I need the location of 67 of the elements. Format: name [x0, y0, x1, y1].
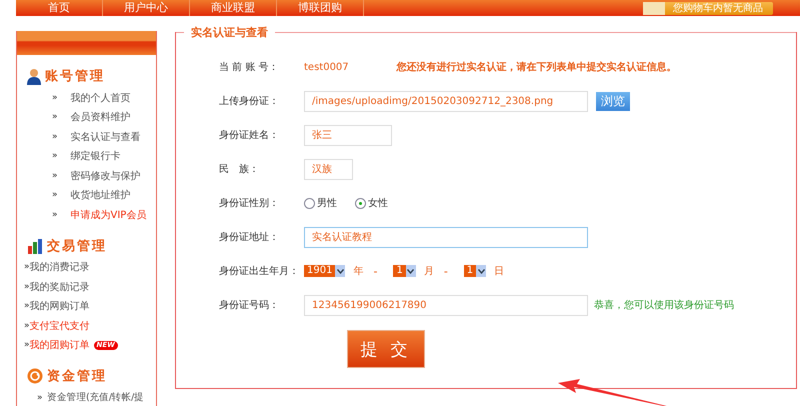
- bullet-marker: »: [52, 190, 58, 200]
- bullet-marker: »: [52, 112, 58, 122]
- input-field[interactable]: 汉族: [304, 158, 353, 180]
- sidebar-link[interactable]: 支付宝代支付: [30, 318, 90, 333]
- caret-icon: [336, 268, 344, 274]
- radio-label[interactable]: 男性: [317, 196, 337, 210]
- sidebar-link[interactable]: 我的网购订单: [30, 299, 90, 314]
- sidebar-link[interactable]: 申请成为VIP会员: [70, 208, 146, 222]
- field-label: 当 前 账 号：: [219, 60, 280, 74]
- date-unit: 月: [424, 265, 434, 278]
- date-separator: -: [373, 264, 378, 278]
- browse-button[interactable]: 浏览: [596, 92, 630, 110]
- input-field[interactable]: 张三: [304, 124, 392, 146]
- bullet-marker: »: [24, 301, 30, 312]
- date-unit: 年: [353, 265, 364, 278]
- bullet-marker: »: [52, 210, 58, 220]
- radio-button[interactable]: [304, 198, 315, 208]
- sidebar-link[interactable]: 绑定银行卡: [70, 149, 121, 164]
- sidebar-link[interactable]: 我的奖励记录: [30, 280, 90, 294]
- radio-button[interactable]: [355, 198, 366, 208]
- radio-label[interactable]: 女性: [368, 196, 388, 210]
- bullet-marker: »: [37, 392, 42, 403]
- sidebar-link[interactable]: 密码修改与保护: [70, 168, 141, 183]
- user-icon: [27, 68, 41, 84]
- sidebar-link[interactable]: 我的团购订单: [30, 338, 90, 352]
- sidebar-link[interactable]: 我的消费记录: [30, 260, 90, 274]
- sidebar-link[interactable]: 会员资料维护: [70, 110, 131, 124]
- field-label: 身份证姓名：: [219, 129, 280, 142]
- field-label: 上传身份证：: [219, 94, 280, 108]
- bullet-marker: »: [52, 92, 58, 103]
- section-title: 资金管理: [47, 368, 107, 385]
- file-path-field[interactable]: /images/uploadimg/20150203092712_2308.png: [304, 90, 588, 112]
- bullet-marker: »: [52, 132, 58, 142]
- field-label: 身份证出生年月：: [219, 264, 300, 278]
- nav-link[interactable]: 首页: [16, 0, 103, 16]
- section-title: 交易管理: [47, 238, 107, 254]
- input-field[interactable]: 123456199006217890: [304, 294, 588, 316]
- field-label: 身份证地址：: [219, 230, 280, 244]
- sidebar-link[interactable]: 资金管理(充值/转帐/提: [47, 391, 144, 404]
- bullet-marker: »: [24, 262, 30, 272]
- sidebar-link[interactable]: 实名认证与查看: [70, 130, 141, 144]
- bullet-marker: »: [52, 170, 58, 181]
- field-label: 身份证号码：: [219, 299, 280, 312]
- field-label: 民 族：: [219, 162, 260, 176]
- panel-title: 实名认证与查看: [190, 25, 269, 40]
- validation-message: 恭喜，您可以使用该身份证号码: [594, 298, 734, 312]
- caret-icon: [407, 268, 414, 274]
- sidebar-link[interactable]: 收货地址维护: [70, 188, 131, 202]
- refresh-icon: [27, 368, 43, 384]
- bullet-marker: »: [24, 282, 30, 292]
- section-title: 账号管理: [45, 68, 105, 85]
- sidebar-link[interactable]: 我的个人首页: [70, 90, 131, 105]
- nav-link[interactable]: 用户中心: [103, 0, 190, 16]
- date-unit: 日: [494, 265, 504, 278]
- account-value: test0007: [304, 62, 349, 72]
- bullet-marker: »: [52, 151, 58, 162]
- bullet-marker: »: [24, 320, 30, 331]
- nav-link[interactable]: 商业联盟: [190, 0, 277, 16]
- bar-chart-icon: [27, 238, 43, 254]
- verification-notice: 您还没有进行过实名认证，请在下列表单中提交实名认证信息。: [396, 60, 677, 74]
- bullet-marker: »: [24, 340, 30, 350]
- date-separator: -: [444, 264, 448, 278]
- input-field[interactable]: 实名认证教程: [304, 226, 588, 248]
- caret-icon: [478, 268, 485, 274]
- nav-link[interactable]: 博联团购: [277, 0, 364, 16]
- field-label: 身份证性别：: [219, 196, 280, 210]
- submit-button[interactable]: 提 交: [347, 330, 425, 368]
